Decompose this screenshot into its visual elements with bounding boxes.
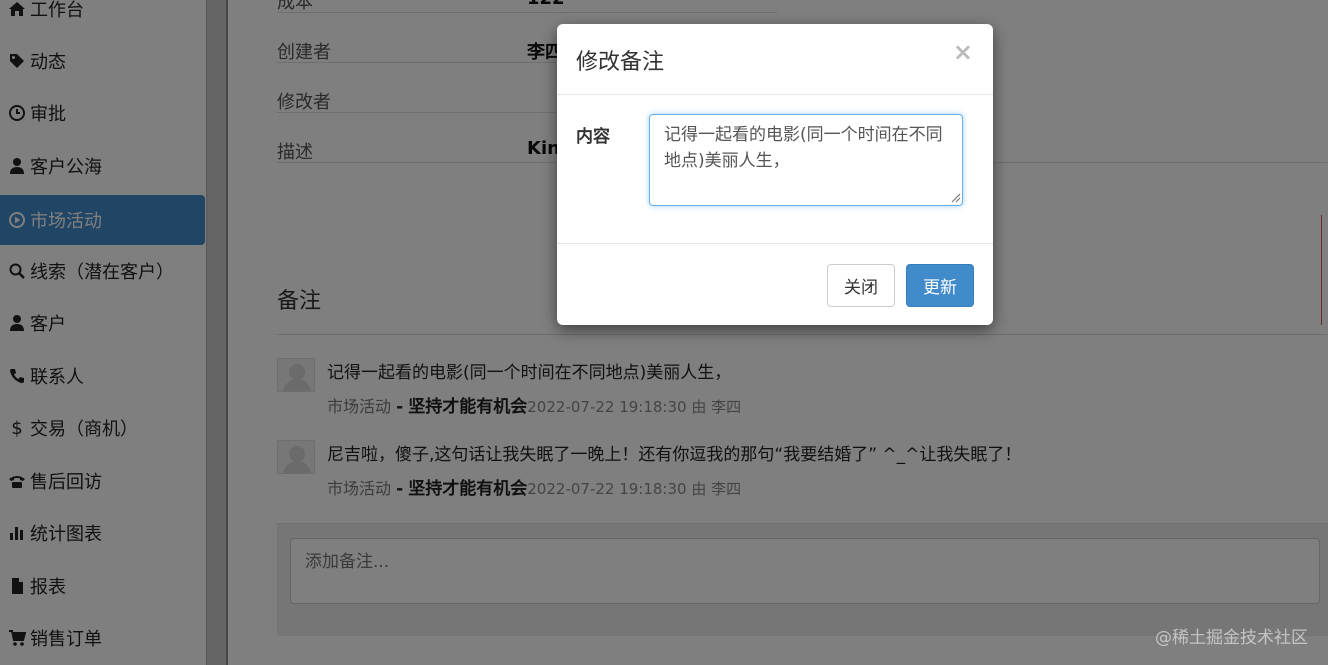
update-button[interactable]: 更新	[906, 264, 974, 307]
close-icon[interactable]: ×	[953, 38, 973, 66]
modal-footer: 关闭 更新	[557, 243, 993, 326]
watermark: @稀土掘金技术社区	[1155, 628, 1308, 648]
content-label: 内容	[576, 127, 610, 147]
close-button[interactable]: 关闭	[827, 264, 895, 307]
modal-body: 内容 记得一起看的电影(同一个时间在不同地点)美丽人生，	[557, 95, 993, 243]
modal-header: 修改备注 ×	[557, 24, 993, 95]
content-textarea[interactable]: 记得一起看的电影(同一个时间在不同地点)美丽人生，	[649, 114, 963, 206]
modal-title: 修改备注	[576, 50, 665, 75]
edit-remark-modal: 修改备注 × 内容 记得一起看的电影(同一个时间在不同地点)美丽人生， 关闭 更…	[557, 24, 993, 325]
resize-handle-icon[interactable]	[949, 191, 961, 203]
